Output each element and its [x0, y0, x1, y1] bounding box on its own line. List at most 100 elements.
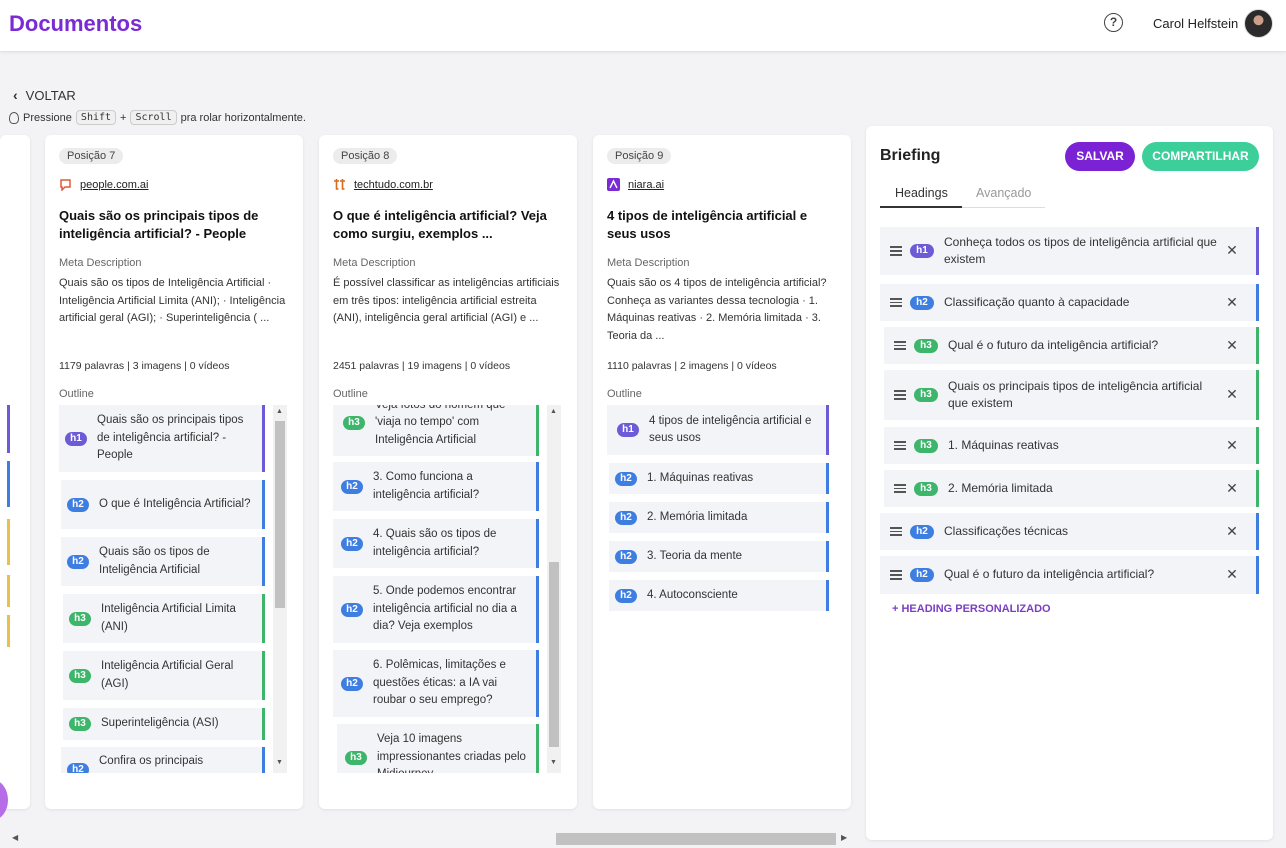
tag-h3: h3	[69, 611, 91, 626]
drag-handle-icon[interactable]	[890, 568, 902, 582]
outline-text: Inteligência Artificial Geral (AGI)	[101, 660, 234, 690]
tag-h2: h2	[615, 549, 637, 564]
back-button[interactable]: ‹ VOLTAR	[13, 87, 76, 103]
tag-h3: h3	[914, 338, 938, 353]
outline-list[interactable]: h3 Veja fotos do homem que 'viaja no tem…	[333, 405, 563, 773]
drag-handle-icon[interactable]	[890, 296, 902, 310]
heading-text[interactable]: 2. Memória limitada	[948, 480, 1222, 498]
briefing-title: Briefing	[880, 147, 941, 164]
scroll-up-icon[interactable]: ▲	[550, 408, 557, 415]
heading-row[interactable]: h3 1. Máquinas reativas ✕	[884, 427, 1259, 464]
outline-item[interactable]: h3 Inteligência Artificial Geral (AGI)	[63, 651, 265, 700]
site-link[interactable]: techtudo.com.br	[333, 178, 433, 191]
outline-item[interactable]: h3 Superinteligência (ASI)	[63, 708, 265, 740]
remove-icon[interactable]: ✕	[1222, 566, 1242, 584]
scrollbar-thumb[interactable]	[556, 833, 836, 845]
outline-item[interactable]: h3 Veja 10 imagens impressionantes criad…	[337, 724, 539, 773]
result-card-position-8[interactable]: Posição 8 techtudo.com.br O que é inteli…	[319, 135, 577, 809]
outline-item[interactable]: h2 2. Memória limitada	[609, 502, 829, 533]
outline-list[interactable]: h1 4 tipos de inteligência artificial e …	[607, 405, 837, 773]
outline-item[interactable]: h2 5. Onde podemos encontrar inteligênci…	[333, 576, 539, 643]
outline-label: Outline	[59, 388, 94, 400]
briefing-tabs: Headings Avançado	[880, 184, 1045, 208]
remove-icon[interactable]: ✕	[1222, 523, 1242, 541]
tab-headings[interactable]: Headings	[895, 186, 948, 200]
outline-item[interactable]: h1 4 tipos de inteligência artificial e …	[607, 405, 829, 455]
tag-h2: h2	[615, 588, 637, 603]
heading-text[interactable]: 1. Máquinas reativas	[948, 437, 1222, 455]
heading-row[interactable]: h1 Conheça todos os tipos de inteligênci…	[880, 227, 1259, 275]
scroll-down-icon[interactable]: ▼	[276, 759, 283, 766]
outline-item[interactable]: h2 4. Quais são os tipos de inteligência…	[333, 519, 539, 568]
heading-text[interactable]: Conheça todos os tipos de inteligência a…	[944, 234, 1222, 269]
result-card-partial[interactable]	[0, 135, 30, 809]
heading-row[interactable]: h3 Quais os principais tipos de inteligê…	[884, 370, 1259, 420]
position-badge: Posição 7	[59, 148, 124, 164]
outline-item[interactable]: h2 O que é Inteligência Artificial?	[61, 480, 265, 529]
scrollbar-thumb[interactable]	[549, 562, 559, 747]
scrollbar-thumb[interactable]	[275, 421, 285, 608]
outline-scrollbar[interactable]: ▲ ▼	[547, 405, 561, 773]
heading-text[interactable]: Quais os principais tipos de inteligênci…	[948, 378, 1222, 413]
remove-icon[interactable]: ✕	[1222, 337, 1242, 355]
heading-text[interactable]: Qual é o futuro da inteligência artifici…	[948, 337, 1222, 355]
heading-row[interactable]: h2 Classificações técnicas ✕	[880, 513, 1259, 550]
outline-item[interactable]: h2 4. Autoconsciente	[609, 580, 829, 611]
outline-item[interactable]: h2 Quais são os tipos de Inteligência Ar…	[61, 537, 265, 586]
horizontal-scrollbar[interactable]: ◀ ▶	[6, 832, 852, 846]
drag-handle-icon[interactable]	[894, 339, 906, 353]
outline-list[interactable]: h1 Quais são os principais tipos de inte…	[59, 405, 289, 773]
remove-icon[interactable]: ✕	[1222, 480, 1242, 498]
result-card-position-9[interactable]: Posição 9 niara.ai 4 tipos de inteligênc…	[593, 135, 851, 809]
scroll-left-icon[interactable]: ◀	[12, 833, 18, 842]
result-card-position-7[interactable]: Posição 7 people.com.ai Quais são os pri…	[45, 135, 303, 809]
outline-item[interactable]: h2 6. Polêmicas, limitações e questões é…	[333, 650, 539, 717]
add-custom-heading-button[interactable]: + HEADING PERSONALIZADO	[892, 603, 1051, 615]
remove-icon[interactable]: ✕	[1222, 294, 1242, 312]
drag-handle-icon[interactable]	[894, 482, 906, 496]
site-link[interactable]: niara.ai	[607, 178, 664, 191]
drag-handle-icon[interactable]	[894, 439, 906, 453]
heading-row[interactable]: h2 Qual é o futuro da inteligência artif…	[880, 556, 1259, 594]
hint-prefix: Pressione	[23, 111, 72, 124]
result-title: 4 tipos de inteligência artificial e seu…	[607, 208, 808, 241]
outline-item[interactable]: h2 Confira os principais	[61, 747, 265, 773]
heading-text[interactable]: Classificação quanto à capacidade	[944, 294, 1222, 312]
share-button[interactable]: COMPARTILHAR	[1142, 142, 1259, 171]
scroll-down-icon[interactable]: ▼	[550, 759, 557, 766]
outline-item[interactable]: h2 3. Como funciona a inteligência artif…	[333, 462, 539, 511]
outline-text: 5. Onde podemos encontrar inteligência a…	[373, 585, 517, 633]
meta-label: Meta Description	[607, 257, 690, 269]
tag-h2: h2	[67, 554, 89, 569]
outline-item[interactable]: h3 Veja fotos do homem que 'viaja no tem…	[333, 405, 539, 456]
remove-icon[interactable]: ✕	[1222, 242, 1242, 260]
heading-row[interactable]: h2 Classificação quanto à capacidade ✕	[880, 284, 1259, 321]
drag-handle-icon[interactable]	[894, 388, 906, 402]
avatar[interactable]	[1244, 9, 1273, 38]
drag-handle-icon[interactable]	[890, 525, 902, 539]
heading-row[interactable]: h3 2. Memória limitada ✕	[884, 470, 1259, 507]
heading-text[interactable]: Qual é o futuro da inteligência artifici…	[944, 566, 1222, 584]
tab-avancado[interactable]: Avançado	[976, 186, 1031, 200]
outline-scrollbar[interactable]: ▲ ▼	[273, 405, 287, 773]
remove-icon[interactable]: ✕	[1222, 437, 1242, 455]
outline-item[interactable]: h1 Quais são os principais tipos de inte…	[59, 405, 265, 472]
tag-h3: h3	[69, 668, 91, 683]
drag-handle-icon[interactable]	[890, 244, 902, 258]
heading-text[interactable]: Classificações técnicas	[944, 523, 1222, 541]
scroll-up-icon[interactable]: ▲	[276, 408, 283, 415]
meta-label: Meta Description	[333, 257, 416, 269]
scroll-right-icon[interactable]: ▶	[841, 833, 847, 842]
app-title[interactable]: Documentos	[9, 11, 142, 37]
remove-icon[interactable]: ✕	[1222, 386, 1242, 404]
heading-row[interactable]: h3 Qual é o futuro da inteligência artif…	[884, 327, 1259, 364]
outline-item[interactable]: h2 3. Teoria da mente	[609, 541, 829, 572]
meta-description: Quais são os 4 tipos de inteligência art…	[607, 277, 827, 342]
user-name[interactable]: Carol Helfstein	[1153, 16, 1238, 31]
tag-h3: h3	[69, 717, 91, 731]
outline-item[interactable]: h2 1. Máquinas reativas	[609, 463, 829, 494]
save-button[interactable]: SALVAR	[1065, 142, 1135, 171]
site-link[interactable]: people.com.ai	[59, 178, 149, 191]
outline-item[interactable]: h3 Inteligência Artificial Limita (ANI)	[63, 594, 265, 643]
help-icon[interactable]: ?	[1104, 13, 1123, 32]
